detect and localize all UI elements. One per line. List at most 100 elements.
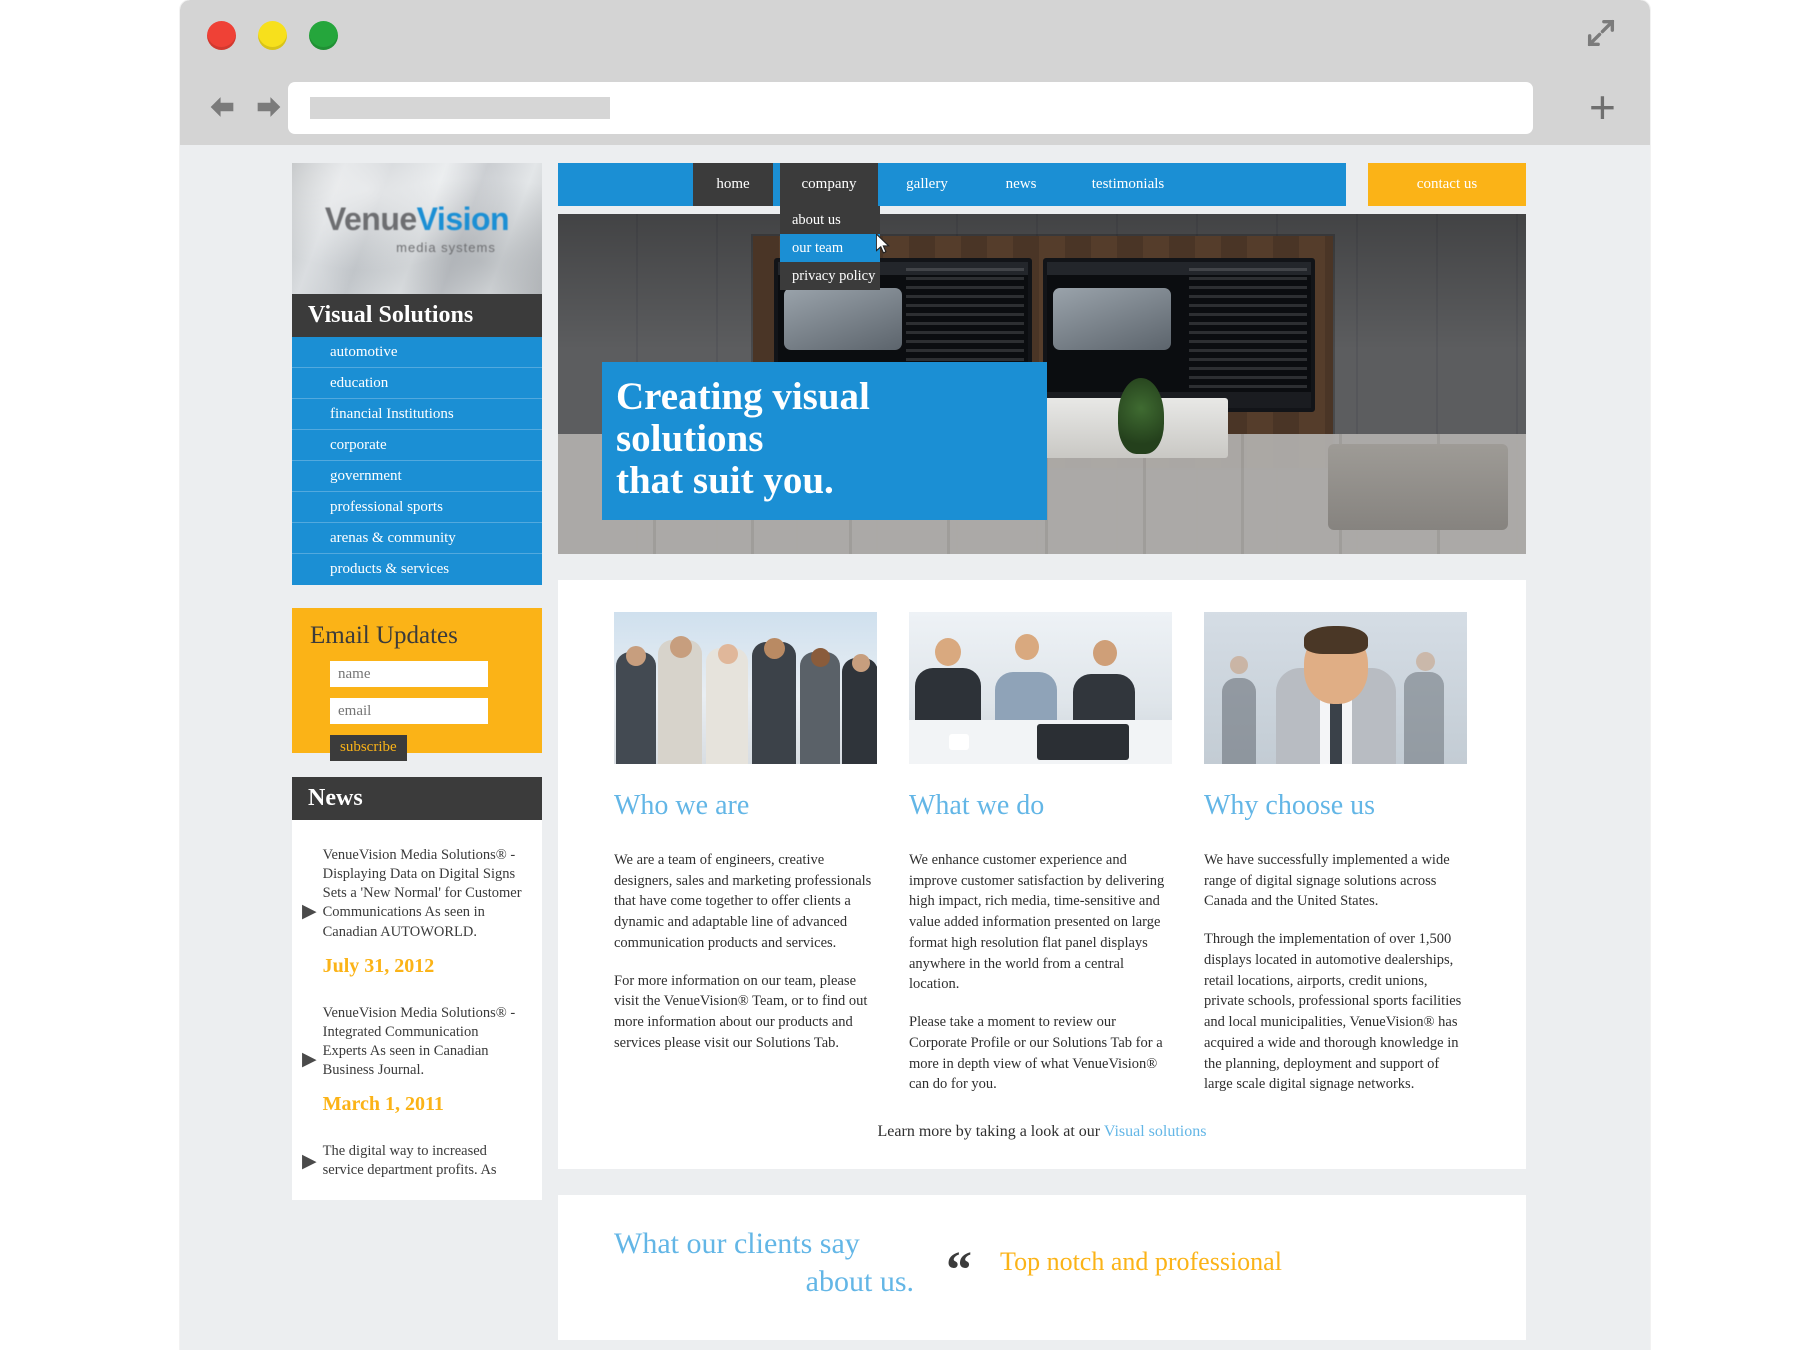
news-item-body: VenueVision Media Solutions® - Integrate… [323, 1004, 526, 1117]
sidebar-item-automotive[interactable]: automotive [292, 337, 542, 368]
sidebar-item-arenas-community[interactable]: arenas & community [292, 523, 542, 554]
testimonials-title: What our clients say about us. [614, 1225, 914, 1300]
main-navigation: home company gallery news testimonials c… [558, 163, 1526, 290]
dropdown-item-about-us[interactable]: about us [780, 206, 880, 234]
column-who-we-are: Who we are We are a team of engineers, c… [614, 612, 877, 1095]
forward-arrow-icon[interactable] [252, 90, 286, 124]
subscribe-button[interactable]: subscribe [330, 735, 407, 761]
sidebar-item-government[interactable]: government [292, 461, 542, 492]
news-item[interactable]: ▶ VenueVision Media Solutions® - Display… [292, 820, 542, 978]
solutions-panel-title: Visual Solutions [292, 294, 542, 337]
news-item-title: VenueVision Media Solutions® - Displayin… [322, 847, 522, 940]
site-logo[interactable]: VenueVision media systems [292, 163, 542, 294]
hero-caption-line1: Creating visual solutions [616, 374, 870, 460]
page-viewport: VenueVision media systems Visual Solutio… [180, 145, 1650, 1350]
hero-sofa [1328, 444, 1508, 530]
hero-plant [1118, 378, 1164, 454]
sidebar-item-label: financial Institutions [330, 405, 454, 422]
nav-item-news[interactable]: news [978, 163, 1064, 206]
back-arrow-icon[interactable] [205, 90, 239, 124]
sidebar-item-corporate[interactable]: corporate [292, 430, 542, 461]
group-of-business-people-photo [614, 612, 877, 764]
solutions-list: automotive education financial Instituti… [292, 337, 542, 585]
sidebar-item-products-services[interactable]: products & services [292, 554, 542, 585]
column-paragraph: Through the implementation of over 1,500… [1204, 931, 1462, 1093]
testimonials-panel: What our clients say about us. “ Top not… [558, 1195, 1526, 1341]
chevron-right-icon: ▶ [302, 1150, 317, 1172]
nav-item-testimonials[interactable]: testimonials [1068, 163, 1188, 206]
nav-label: contact us [1416, 176, 1478, 192]
dropdown-item-privacy-policy[interactable]: privacy policy [780, 262, 880, 290]
testimonials-title-line2: about us. [805, 1264, 914, 1298]
column-why-choose-us: Why choose us We have successfully imple… [1204, 612, 1467, 1095]
name-field[interactable] [330, 661, 488, 687]
news-item-title: The digital way to increased service dep… [322, 1143, 497, 1179]
testimonial-quote-text: Top notch and professional [1000, 1247, 1282, 1277]
news-item[interactable]: ▶ VenueVision Media Solutions® - Integra… [292, 978, 542, 1117]
nav-item-company[interactable]: company [780, 163, 878, 206]
email-field[interactable] [330, 698, 488, 724]
three-column-layout: Who we are We are a team of engineers, c… [614, 612, 1470, 1095]
sidebar-item-label: education [330, 374, 389, 391]
news-panel: News ▶ VenueVision Media Solutions® - Di… [292, 777, 542, 1201]
nav-label: gallery [906, 176, 948, 192]
column-what-we-do: What we do We enhance customer experienc… [909, 612, 1172, 1095]
browser-toolbar: + [180, 70, 1650, 145]
testimonials-title-line1: What our clients say [614, 1227, 860, 1261]
dropdown-label: about us [792, 211, 841, 228]
column-paragraph: We have successfully implemented a wide … [1204, 852, 1450, 910]
close-window-button[interactable] [207, 21, 236, 50]
logo-text: VenueVision media systems [292, 201, 542, 255]
maximize-window-button[interactable] [309, 21, 338, 50]
sidebar-item-label: arenas & community [330, 529, 456, 546]
news-item-date: March 1, 2011 [322, 1093, 444, 1116]
learn-more-prefix: Learn more by taking a look at our [877, 1123, 1104, 1141]
quote-mark-icon: “ [946, 1242, 972, 1300]
news-item[interactable]: ▶ The digital way to increased service d… [292, 1116, 542, 1180]
column-title: Why choose us [1204, 790, 1376, 821]
column-title: Who we are [614, 790, 750, 821]
email-updates-title: Email Updates [310, 622, 458, 649]
sidebar-item-label: corporate [330, 436, 387, 453]
url-input[interactable] [310, 97, 610, 119]
nav-label: home [716, 176, 750, 192]
sidebar-item-label: automotive [330, 343, 398, 360]
nav-label: testimonials [1091, 176, 1165, 192]
learn-more-line: Learn more by taking a look at our Visua… [614, 1123, 1470, 1141]
hero-caption: Creating visual solutions that suit you. [602, 361, 1047, 520]
visual-solutions-link[interactable]: Visual solutions [1104, 1123, 1207, 1140]
sidebar: VenueVision media systems Visual Solutio… [292, 163, 542, 1201]
businessman-portrait-photo [1204, 612, 1467, 764]
dropdown-label: privacy policy [792, 267, 876, 284]
browser-titlebar [180, 0, 1650, 70]
minimize-window-button[interactable] [258, 21, 287, 50]
sidebar-item-label: professional sports [330, 498, 443, 515]
sidebar-item-education[interactable]: education [292, 368, 542, 399]
logo-tagline: media systems [396, 240, 496, 255]
news-item-date: July 31, 2012 [322, 954, 435, 977]
news-item-body: VenueVision Media Solutions® - Displayin… [323, 846, 526, 978]
chevron-right-icon: ▶ [302, 901, 317, 923]
logo-wordmark: VenueVision [292, 201, 542, 238]
nav-item-home[interactable]: home [693, 163, 773, 206]
nav-label: company [801, 176, 857, 192]
hero-caption-line2: that suit you. [616, 458, 834, 502]
expand-icon[interactable] [1584, 16, 1618, 50]
sidebar-item-professional-sports[interactable]: professional sports [292, 492, 542, 523]
nav-label: news [1005, 176, 1037, 192]
window-controls [207, 21, 338, 50]
column-title: What we do [909, 790, 1045, 821]
contact-us-button[interactable]: contact us [1368, 163, 1526, 206]
add-tab-button[interactable]: + [1589, 84, 1623, 130]
url-bar[interactable] [288, 82, 1533, 134]
browser-window: + VenueVision media systems Visual Solut… [180, 0, 1650, 1350]
business-meeting-photo [909, 612, 1172, 764]
hero-display-screen-right [1043, 258, 1315, 412]
sidebar-item-financial-institutions[interactable]: financial Institutions [292, 399, 542, 430]
nav-item-gallery[interactable]: gallery [881, 163, 973, 206]
intro-content-panel: Who we are We are a team of engineers, c… [558, 580, 1526, 1170]
dropdown-label: our team [792, 239, 844, 256]
column-paragraph: For more information on our team, please… [614, 972, 868, 1051]
company-dropdown-menu: about us our team privacy policy [780, 206, 880, 290]
dropdown-item-our-team[interactable]: our team [780, 234, 880, 262]
